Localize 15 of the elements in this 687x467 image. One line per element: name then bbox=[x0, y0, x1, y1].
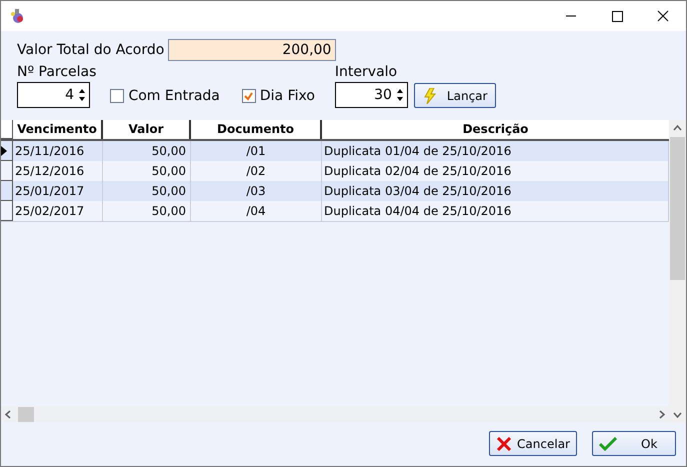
ok-button[interactable]: Ok bbox=[592, 431, 676, 456]
parcelas-label: Nº Parcelas bbox=[17, 64, 96, 80]
dia-fixo-checkbox[interactable]: Dia Fixo bbox=[242, 86, 315, 106]
total-field[interactable]: 200,00 bbox=[168, 39, 336, 61]
com-entrada-checkbox[interactable]: Com Entrada bbox=[110, 86, 220, 106]
column-header[interactable]: Valor bbox=[103, 120, 191, 139]
cancel-button[interactable]: Cancelar bbox=[489, 431, 577, 456]
column-header[interactable]: Vencimento bbox=[13, 120, 103, 139]
column-header[interactable]: Documento bbox=[191, 120, 322, 139]
total-label: Valor Total do Acordo bbox=[17, 42, 164, 58]
lancar-button[interactable]: Lançar bbox=[414, 83, 496, 108]
intervalo-spinner[interactable]: 30 bbox=[334, 82, 408, 108]
intervalo-label: Intervalo bbox=[334, 64, 398, 80]
parcelas-spinner[interactable]: 4 bbox=[17, 82, 90, 108]
column-header[interactable]: Descrição bbox=[322, 120, 669, 139]
